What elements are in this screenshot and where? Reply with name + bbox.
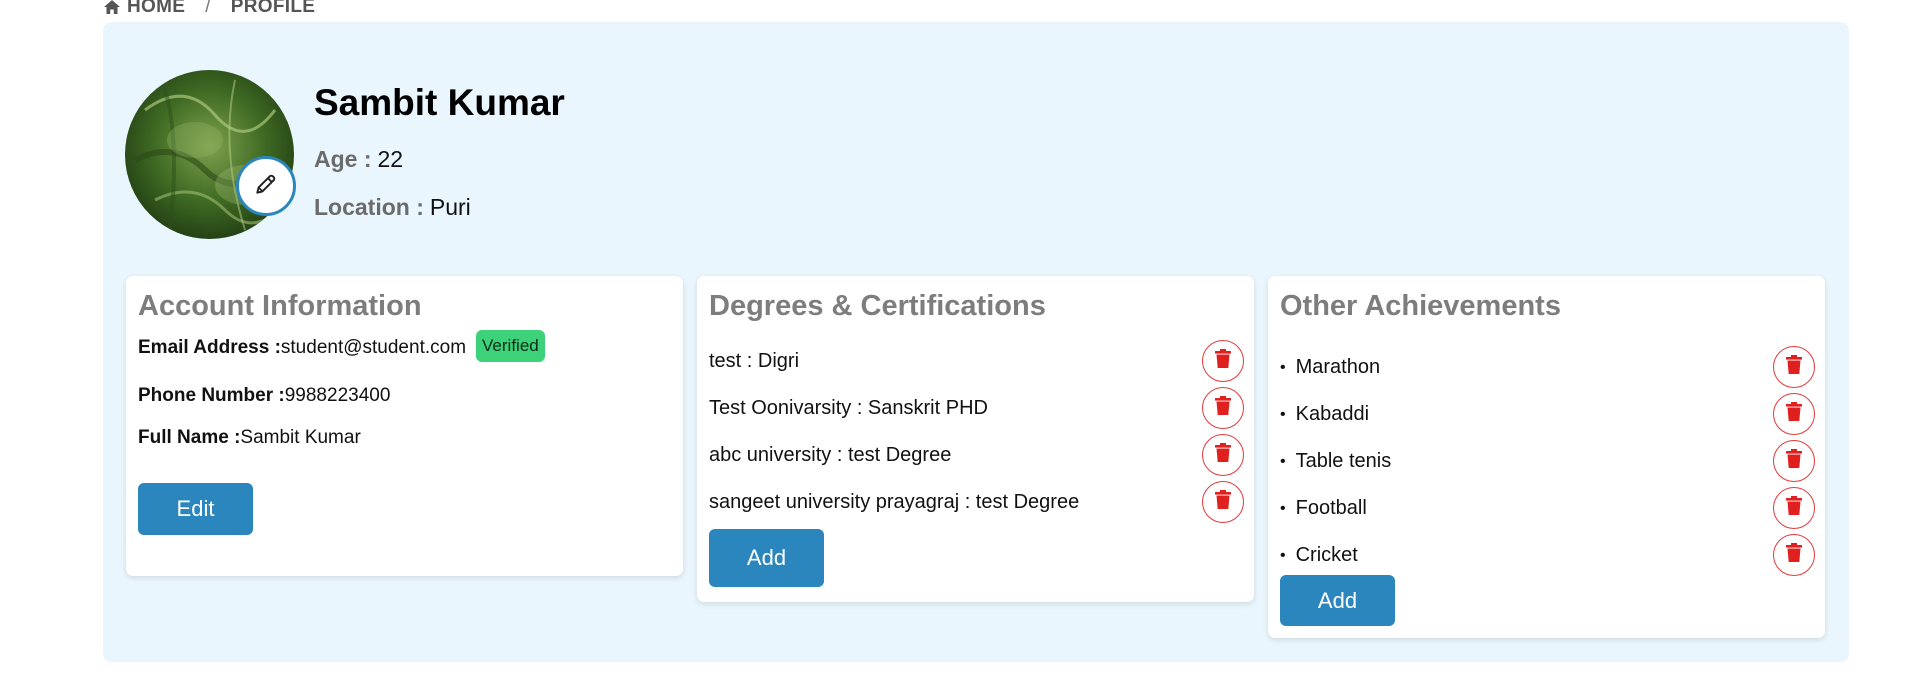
achievement-text: Cricket [1280, 544, 1358, 567]
home-icon[interactable] [103, 0, 121, 15]
degree-item: abc university : test Degree [709, 433, 1244, 477]
achievement-item: Table tenis [1280, 439, 1815, 483]
achievement-text: Marathon [1280, 356, 1381, 379]
delete-achievement-button[interactable] [1773, 440, 1815, 482]
achievement-text: Kabaddi [1280, 403, 1369, 426]
edit-account-button[interactable]: Edit [138, 483, 253, 535]
add-achievement-button[interactable]: Add [1280, 575, 1395, 626]
phone-value: 9988223400 [284, 385, 391, 406]
fullname-value: Sambit Kumar [240, 427, 361, 448]
degree-item: Test Oonivarsity : Sanskrit PHD [709, 386, 1244, 430]
profile-location: Location : Puri [314, 194, 471, 221]
breadcrumb-current: PROFILE [230, 0, 316, 17]
degrees-title: Degrees & Certifications [709, 290, 1046, 322]
location-label: Location : [314, 194, 424, 220]
delete-degree-button[interactable] [1202, 340, 1244, 382]
degrees-card: Degrees & Certifications test : Digri Te… [697, 276, 1254, 602]
profile-age: Age :22 [314, 146, 403, 173]
add-degree-button[interactable]: Add [709, 529, 824, 587]
delete-degree-button[interactable] [1202, 387, 1244, 429]
edit-avatar-button[interactable] [236, 156, 296, 216]
fullname-label: Full Name : [138, 427, 241, 448]
trash-icon [1785, 495, 1803, 521]
delete-achievement-button[interactable] [1773, 534, 1815, 576]
email-label: Email Address : [138, 337, 281, 359]
trash-icon [1785, 354, 1803, 380]
fullname-row: Full Name :Sambit Kumar [138, 427, 361, 449]
trash-icon [1785, 401, 1803, 427]
email-value: student@student.com [280, 337, 467, 359]
pencil-icon [253, 171, 279, 202]
delete-achievement-button[interactable] [1773, 487, 1815, 529]
achievement-text: Table tenis [1280, 450, 1392, 473]
achievement-text: Football [1280, 497, 1367, 520]
phone-row: Phone Number :9988223400 [138, 385, 390, 407]
degree-item: test : Digri [709, 339, 1244, 383]
verified-badge: Verified [476, 330, 545, 362]
degree-item: sangeet university prayagraj : test Degr… [709, 480, 1244, 524]
delete-achievement-button[interactable] [1773, 393, 1815, 435]
achievement-item: Kabaddi [1280, 392, 1815, 436]
delete-degree-button[interactable] [1202, 481, 1244, 523]
degree-text: sangeet university prayagraj : test Degr… [709, 490, 1080, 513]
degree-text: Test Oonivarsity : Sanskrit PHD [709, 396, 988, 419]
trash-icon [1214, 442, 1232, 468]
achievement-item: Football [1280, 486, 1815, 530]
phone-label: Phone Number : [138, 385, 285, 406]
breadcrumb: HOME / PROFILE [103, 0, 315, 18]
trash-icon [1214, 348, 1232, 374]
age-label: Age : [314, 146, 372, 172]
trash-icon [1214, 489, 1232, 515]
achievements-title: Other Achievements [1280, 290, 1561, 322]
account-information-title: Account Information [138, 290, 422, 322]
achievement-item: Marathon [1280, 345, 1815, 389]
breadcrumb-separator: / [205, 0, 211, 17]
achievement-item: Cricket [1280, 533, 1815, 577]
trash-icon [1785, 448, 1803, 474]
profile-panel: Sambit Kumar Age :22 Location : Puri Acco… [103, 22, 1849, 662]
age-value: 22 [377, 146, 404, 172]
trash-icon [1785, 542, 1803, 568]
profile-name: Sambit Kumar [314, 82, 565, 123]
account-information-card: Account Information Email Address :stude… [126, 276, 683, 576]
email-row: Email Address :student@student.com Verifi… [138, 330, 545, 364]
delete-achievement-button[interactable] [1773, 346, 1815, 388]
location-value: Puri [429, 194, 471, 220]
degree-text: test : Digri [709, 349, 800, 372]
delete-degree-button[interactable] [1202, 434, 1244, 476]
degree-text: abc university : test Degree [709, 443, 952, 466]
achievements-card: Other Achievements Marathon Kabaddi Tabl… [1268, 276, 1825, 638]
trash-icon [1214, 395, 1232, 421]
breadcrumb-home[interactable]: HOME [127, 0, 185, 18]
